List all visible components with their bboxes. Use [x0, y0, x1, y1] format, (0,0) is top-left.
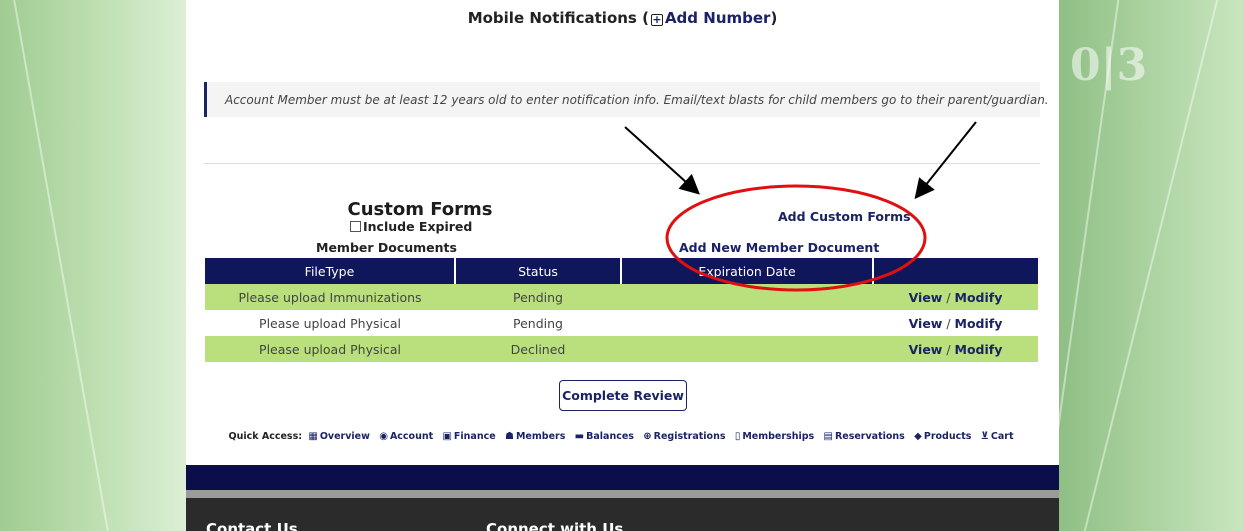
add-number-link[interactable]: + Add Number	[649, 9, 770, 27]
complete-review-button[interactable]: Complete Review	[559, 380, 687, 411]
table-row: Please upload Immunizations Pending View…	[205, 284, 1038, 310]
main-content-panel: Mobile Notifications (+ Add Number) Accou…	[186, 0, 1059, 531]
quick-access-balances[interactable]: ▬ Balances	[575, 431, 634, 442]
account-icon: ◉	[379, 431, 388, 442]
expiration-cell	[621, 336, 873, 362]
registrations-icon: ⊕	[643, 431, 652, 442]
footer-contact-heading: Contact Us	[206, 520, 298, 531]
filetype-cell: Please upload Immunizations	[205, 284, 455, 310]
expiration-cell	[621, 284, 873, 310]
overview-icon: ▦	[308, 431, 318, 442]
add-number-label: Add Number	[664, 9, 771, 27]
quick-access-cart[interactable]: ⊻ Cart	[981, 431, 1014, 442]
actions-cell: View / Modify	[873, 284, 1038, 310]
add-new-member-document-link[interactable]: Add New Member Document	[679, 240, 879, 255]
quick-access-finance[interactable]: ▣ Finance	[442, 431, 495, 442]
table-header-row: FileType Status Expiration Date	[205, 258, 1038, 284]
quick-access-item-label: Reservations	[834, 431, 905, 442]
quick-access-item-label: Registrations	[653, 431, 726, 442]
quick-access-members[interactable]: ☗ Members	[505, 431, 565, 442]
quick-access-item-label: Cart	[990, 431, 1014, 442]
table-row: Please upload Physical Declined View / M…	[205, 336, 1038, 362]
view-link[interactable]: View	[909, 290, 943, 305]
table-row: Please upload Physical Pending View / Mo…	[205, 310, 1038, 336]
finance-icon: ▣	[442, 431, 452, 442]
status-cell: Declined	[455, 336, 621, 362]
products-icon: ◆	[914, 431, 922, 442]
quick-access-reservations[interactable]: ▤ Reservations	[824, 431, 905, 442]
quick-access-item-label: Overview	[319, 431, 370, 442]
quick-access-label: Quick Access:	[228, 431, 303, 442]
balances-icon: ▬	[574, 431, 585, 442]
add-custom-forms-link[interactable]: Add Custom Forms	[778, 209, 911, 224]
member-documents-table: FileType Status Expiration Date Please u…	[205, 258, 1038, 362]
actions-cell: View / Modify	[908, 315, 1003, 331]
quick-access-item-label: Memberships	[742, 431, 815, 442]
cart-icon: ⊻	[980, 431, 989, 442]
plus-icon: +	[650, 13, 663, 26]
view-link[interactable]: View	[909, 342, 943, 357]
quick-access-registrations[interactable]: ⊕ Registrations	[643, 431, 725, 442]
mobile-notifications-suffix: )	[770, 9, 778, 27]
column-header-status: Status	[455, 258, 622, 284]
modify-link[interactable]: Modify	[955, 342, 1003, 357]
modify-link[interactable]: Modify	[955, 316, 1003, 331]
members-icon: ☗	[505, 431, 514, 442]
quick-access-item-label: Finance	[453, 431, 496, 442]
column-header-expiration-date: Expiration Date	[621, 258, 874, 284]
quick-access-item-label: Products	[923, 431, 972, 442]
status-cell: Pending	[455, 284, 621, 310]
modify-link[interactable]: Modify	[955, 290, 1003, 305]
filetype-cell: Please upload Physical	[259, 315, 401, 331]
footer-separator	[186, 490, 1059, 498]
age-requirement-notice: Account Member must be at least 12 years…	[204, 82, 1049, 117]
footer-nav-bar	[186, 465, 1059, 490]
column-header-filetype: FileType	[205, 258, 456, 284]
quick-access-item-label: Members	[515, 431, 566, 442]
status-cell: Pending	[513, 315, 563, 331]
include-expired-checkbox[interactable]	[350, 221, 361, 232]
quick-access-overview[interactable]: ▦ Overview	[308, 431, 370, 442]
section-divider	[204, 163, 1040, 164]
field-number-decoration: 0|3	[1070, 40, 1148, 91]
quick-access-item-label: Balances	[586, 431, 634, 442]
member-documents-title: Member Documents	[316, 240, 457, 255]
expiration-cell	[621, 310, 873, 336]
view-link[interactable]: View	[909, 316, 943, 331]
memberships-icon: ▯	[734, 431, 741, 442]
mobile-notifications-heading: Mobile Notifications (+ Add Number)	[186, 9, 1059, 27]
quick-access-memberships[interactable]: ▯ Memberships	[735, 431, 814, 442]
include-expired-label: Include Expired	[363, 219, 473, 234]
actions-cell: View / Modify	[873, 336, 1038, 362]
reservations-icon: ▤	[823, 431, 833, 442]
mobile-notifications-prefix: Mobile Notifications (	[467, 9, 649, 27]
quick-access-account[interactable]: ◉ Account	[379, 431, 433, 442]
filetype-cell: Please upload Physical	[205, 336, 455, 362]
quick-access-bar: Quick Access: ▦ Overview ◉ Account ▣ Financ…	[186, 431, 1059, 442]
column-header-actions	[873, 258, 1038, 284]
include-expired-toggle[interactable]: Include Expired	[350, 219, 472, 234]
footer-connect-heading: Connect with Us	[486, 520, 624, 531]
quick-access-products[interactable]: ◆ Products	[914, 431, 971, 442]
quick-access-item-label: Account	[389, 431, 434, 442]
custom-forms-title: Custom Forms	[347, 199, 493, 220]
footer: Contact Us Connect with Us	[186, 498, 1059, 531]
